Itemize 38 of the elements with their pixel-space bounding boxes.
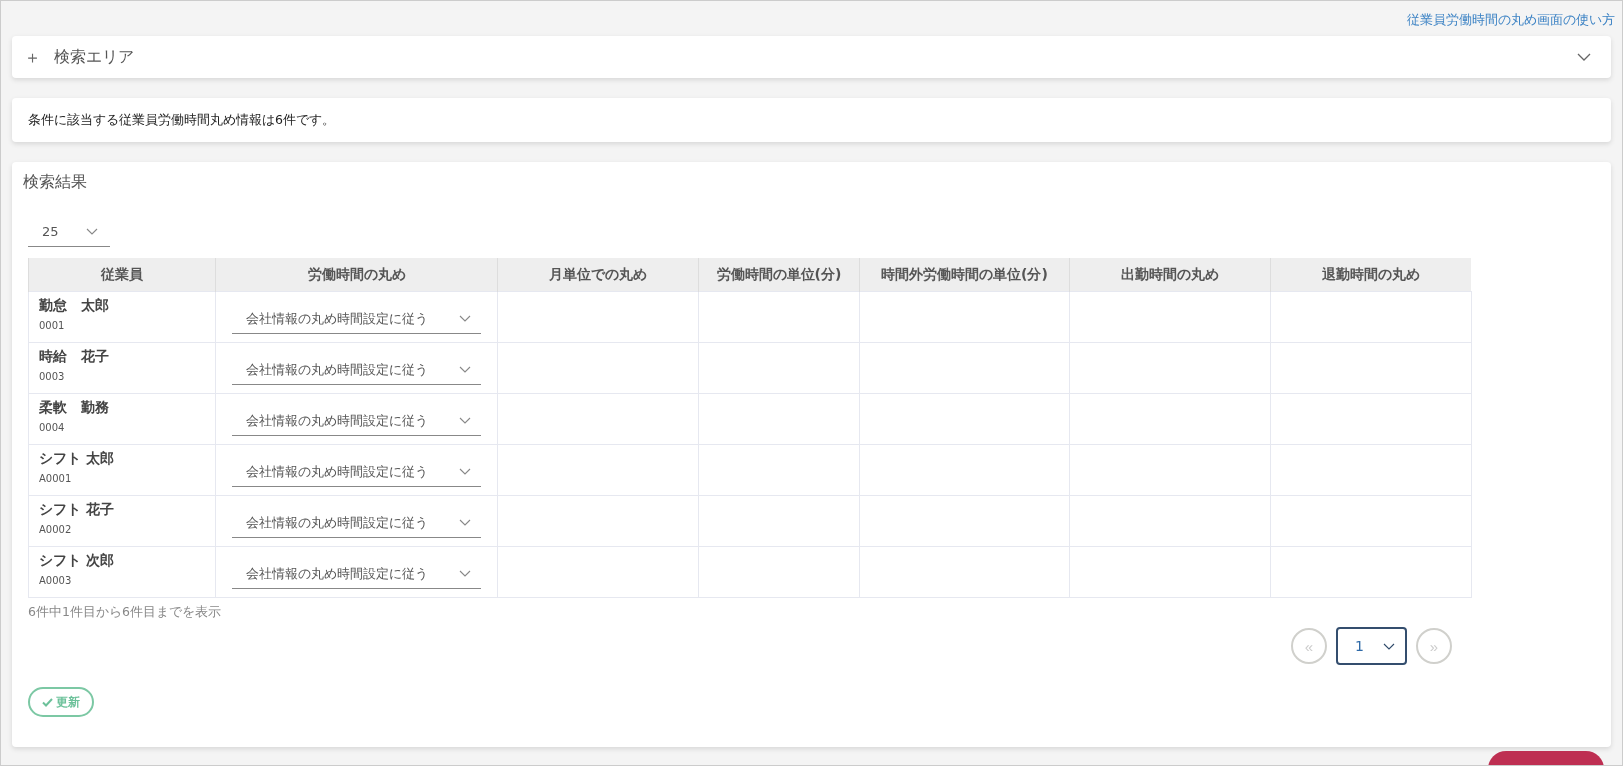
checkmark-icon — [42, 697, 53, 707]
chevron-down-icon — [459, 315, 471, 322]
column-header: 月単位での丸め — [497, 258, 699, 292]
range-text: 6件中1件目から6件目までを表示 — [28, 604, 222, 621]
employee-code: A0001 — [39, 473, 73, 485]
employee-code: 0001 — [39, 320, 66, 332]
column-header: 退勤時間の丸め — [1270, 258, 1471, 292]
chevron-down-icon — [459, 468, 471, 475]
result-message: 条件に該当する従業員労働時間丸め情報は6件です。 — [28, 111, 335, 129]
search-area-header[interactable]: ＋ 検索エリア — [12, 36, 1611, 78]
employee-code: 0004 — [39, 422, 66, 434]
search-area-title: 検索エリア — [54, 46, 135, 68]
chevron-down-icon — [459, 417, 471, 424]
employee-name: 勤怠 太郎 — [39, 296, 110, 315]
column-header: 時間外労働時間の単位(分) — [859, 258, 1070, 292]
page-select[interactable]: 1 — [1336, 627, 1407, 665]
column-header: 労働時間の単位(分) — [698, 258, 860, 292]
chevron-down-icon — [1383, 642, 1395, 650]
employee-code: A0003 — [39, 575, 73, 587]
chevron-down-icon — [459, 570, 471, 577]
chevron-down-icon — [459, 366, 471, 373]
employee-name: 時給 花子 — [39, 347, 110, 366]
column-header: 出勤時間の丸め — [1069, 258, 1271, 292]
chevron-down-icon — [86, 228, 98, 235]
page-size-select[interactable]: 25 — [28, 217, 110, 247]
column-header: 労働時間の丸め — [215, 258, 498, 292]
column-header: 従業員 — [28, 258, 216, 292]
employee-code: 0003 — [39, 371, 66, 383]
plus-icon: ＋ — [24, 45, 54, 69]
results-title: 検索結果 — [23, 172, 88, 193]
employee-name: シフト 次郎 — [39, 551, 115, 570]
chevron-down-icon — [459, 519, 471, 526]
employee-name: シフト 花子 — [39, 500, 115, 519]
employee-name: シフト 太郎 — [39, 449, 115, 468]
chevron-down-icon — [1577, 53, 1591, 61]
employee-code: A0002 — [39, 524, 73, 536]
employee-name: 柔軟 勤務 — [39, 398, 110, 417]
help-link[interactable]: 従業員労働時間の丸め画面の使い方 — [1407, 10, 1615, 29]
